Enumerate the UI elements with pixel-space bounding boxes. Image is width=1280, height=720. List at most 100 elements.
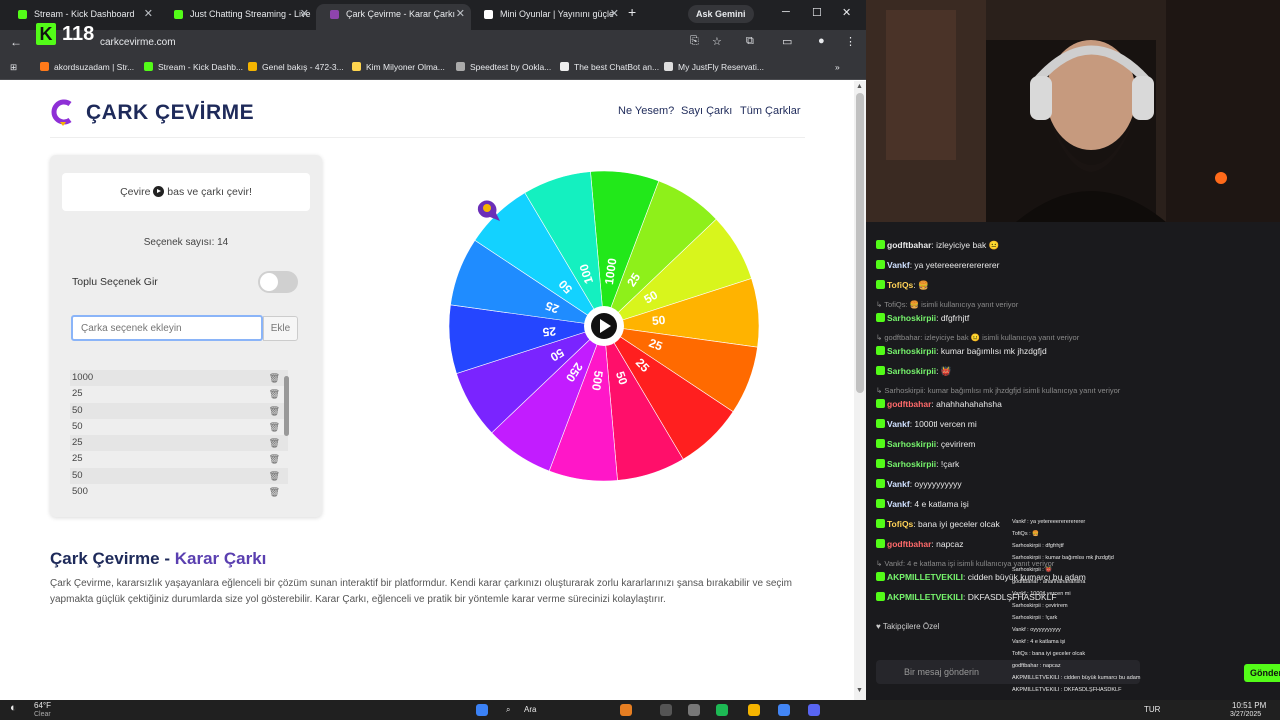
chat-message[interactable]: TofiQs: 🍔 — [876, 280, 929, 291]
scroll-up-icon[interactable]: ▲ — [856, 83, 863, 90]
close-icon[interactable]: ✕ — [300, 4, 309, 24]
bookmark-item[interactable]: Speedtest by Ookla... — [456, 62, 551, 72]
bulk-entry-toggle[interactable] — [258, 271, 298, 293]
install-icon[interactable]: ⎘ — [690, 35, 699, 48]
overlay-line: TofiQs : 🍔 — [1012, 531, 1040, 537]
chat-message[interactable]: Sarhoskirpii: dfgfrhjtf — [876, 313, 969, 323]
page-scrollbar[interactable]: ▲ ▼ — [854, 81, 866, 700]
chat-message[interactable]: Vankf: oyyyyyyyyyy — [876, 479, 962, 489]
option-input[interactable] — [71, 315, 263, 341]
bookmark-item[interactable]: Stream - Kick Dashb... — [144, 62, 243, 72]
add-option-button[interactable]: Ekle — [263, 316, 298, 341]
site-brand[interactable]: ÇARK ÇEVİRME — [86, 101, 254, 125]
chat-username[interactable]: godftbahar — [887, 240, 931, 250]
overlay-line: Vankf : oyyyyyyyyyy — [1012, 627, 1061, 633]
close-window-icon[interactable]: ✕ — [842, 6, 851, 19]
discord-icon[interactable] — [808, 704, 820, 716]
chat-message[interactable]: Sarhoskirpii: !çark — [876, 459, 959, 469]
chat-message[interactable]: godftbahar: ahahhahahahsha — [876, 399, 1002, 409]
trash-icon[interactable]: 🗑 — [269, 419, 280, 435]
chat-username[interactable]: godftbahar — [887, 399, 931, 409]
tab-mini-oyunlar[interactable]: Mini Oyunlar | Yayınını güçle ✕ — [470, 4, 625, 30]
chat-message[interactable]: Vankf: 1000tl vercen mi — [876, 419, 977, 429]
bookmark-item[interactable]: Kim Milyoner Olma... — [352, 62, 445, 72]
trash-icon[interactable]: 🗑 — [269, 403, 280, 419]
windows-start-icon[interactable] — [476, 704, 488, 716]
address-bar[interactable]: carkcevirme.com — [100, 33, 680, 53]
bookmark-item[interactable]: akordsuzadam | Str... — [40, 62, 134, 72]
app-icon[interactable] — [660, 704, 672, 716]
chat-username[interactable]: Vankf — [887, 499, 910, 509]
list-scrollbar[interactable] — [284, 370, 290, 480]
tab-just-chatting[interactable]: Just Chatting Streaming - Live ✕ — [160, 4, 315, 30]
trash-icon[interactable]: 🗑 — [269, 484, 280, 500]
chat-username[interactable]: Sarhoskirpii — [887, 439, 936, 449]
chat-message[interactable]: Vankf: 4 e katlama işi — [876, 499, 969, 509]
trash-icon[interactable]: 🗑 — [269, 468, 280, 484]
bookmark-item[interactable]: The best ChatBot an... — [560, 62, 659, 72]
profile-icon[interactable]: ● — [818, 35, 825, 47]
chat-username[interactable]: Sarhoskirpii — [887, 346, 936, 356]
app-icon[interactable] — [620, 704, 632, 716]
chat-username[interactable]: Vankf — [887, 479, 910, 489]
chat-username[interactable]: Sarhoskirpii — [887, 313, 936, 323]
close-icon[interactable]: ✕ — [610, 4, 619, 24]
folder-icon[interactable] — [748, 704, 760, 716]
close-icon[interactable]: ✕ — [144, 4, 153, 24]
bookmark-star-icon[interactable]: ☆ — [712, 35, 722, 48]
trash-icon[interactable]: 🗑 — [269, 451, 280, 467]
taskbar-search[interactable]: Ara — [524, 705, 536, 714]
language-indicator[interactable]: TUR — [1144, 705, 1160, 714]
ask-gemini-button[interactable]: Ask Gemini — [688, 5, 754, 23]
apps-icon[interactable]: ⊞ — [10, 62, 17, 73]
nav-sayi-carki[interactable]: Sayı Çarkı — [681, 105, 732, 117]
toggle-knob — [260, 273, 278, 291]
chat-username[interactable]: Vankf — [887, 260, 910, 270]
overlay-line: godftbahar : napcaz — [1012, 663, 1061, 669]
scroll-down-icon[interactable]: ▼ — [856, 687, 863, 694]
tab-cark-cevirme[interactable]: Çark Çevirme - Karar Çarkı ✕ — [316, 4, 471, 30]
chat-message[interactable]: TofiQs: bana iyi geceler olcak — [876, 519, 1000, 529]
chat-message[interactable]: godftbahar: napcaz — [876, 539, 964, 549]
chat-message[interactable]: godftbahar: izleyiciye bak 😐 — [876, 240, 999, 251]
chat-message[interactable]: Sarhoskirpii: 👹 — [876, 366, 951, 377]
scroll-thumb[interactable] — [284, 376, 289, 436]
chat-username[interactable]: AKPMILLETVEKILI — [887, 592, 963, 602]
menu-icon[interactable]: ⋮ — [845, 35, 856, 48]
trash-icon[interactable]: 🗑 — [269, 370, 280, 386]
chat-message[interactable]: Sarhoskirpii: kumar bağımlısı mk jhzdgfj… — [876, 346, 1047, 356]
chat-message[interactable]: Vankf: ya yetereeerererererer — [876, 260, 999, 270]
chat-username[interactable]: godftbahar — [887, 539, 931, 549]
chat-username[interactable]: TofiQs — [887, 519, 913, 529]
bookmark-item[interactable]: Genel bakış - 472-3... — [248, 62, 344, 72]
list-item: 50 🗑 — [70, 402, 288, 419]
maximize-icon[interactable]: ☐ — [812, 6, 822, 19]
spotify-icon[interactable] — [716, 704, 728, 716]
scroll-thumb[interactable] — [856, 93, 864, 393]
close-icon[interactable]: ✕ — [456, 4, 465, 24]
app-icon[interactable] — [688, 704, 700, 716]
send-button[interactable]: Gönder — [1244, 664, 1280, 682]
search-icon[interactable]: ⌕ — [506, 705, 510, 715]
chat-username[interactable]: TofiQs — [887, 280, 913, 290]
back-icon[interactable]: ← — [10, 35, 22, 49]
chrome-icon[interactable] — [778, 704, 790, 716]
minimize-icon[interactable]: ─ — [782, 6, 790, 18]
clock-date[interactable]: 3/27/2025 — [1230, 711, 1261, 718]
nav-tum-carklar[interactable]: Tüm Çarklar — [740, 105, 801, 117]
chat-username[interactable]: Sarhoskirpii — [887, 366, 936, 376]
new-tab-button[interactable]: + — [628, 4, 636, 20]
chat-message[interactable]: Sarhoskirpii: çevirirem — [876, 439, 975, 449]
bookmark-item[interactable]: My JustFly Reservati... — [664, 62, 764, 72]
more-bookmarks-icon[interactable]: » — [835, 62, 840, 72]
trash-icon[interactable]: 🗑 — [269, 435, 280, 451]
chat-username[interactable]: Vankf — [887, 419, 910, 429]
trash-icon[interactable]: 🗑 — [269, 386, 280, 402]
chat-username[interactable]: AKPMILLETVEKILI — [887, 572, 963, 582]
sidebar-icon[interactable]: ▭ — [782, 35, 792, 48]
nav-ne-yesem[interactable]: Ne Yesem? — [618, 105, 674, 117]
chat-username[interactable]: Sarhoskirpii — [887, 459, 936, 469]
extensions-icon[interactable]: ⧉ — [746, 35, 754, 48]
clock-time[interactable]: 10:51 PM — [1232, 701, 1266, 710]
chat-text: : ya yetereeerererererer — [909, 260, 1000, 270]
